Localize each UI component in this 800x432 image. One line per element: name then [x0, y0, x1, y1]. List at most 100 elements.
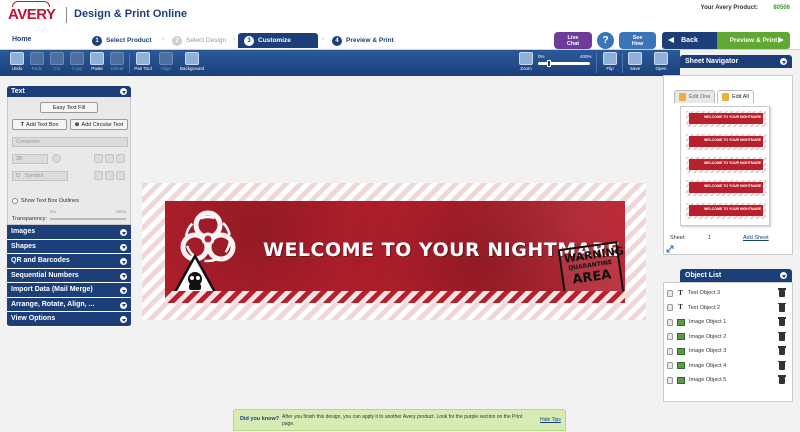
trash-icon[interactable] [778, 288, 786, 297]
nav-home-link[interactable]: Home [12, 36, 31, 43]
align-button[interactable]: Align [157, 52, 175, 74]
background-button[interactable]: Background [180, 52, 204, 74]
trash-icon[interactable] [778, 317, 786, 326]
text-type-icon: T [678, 304, 683, 311]
accordion-import-data[interactable]: Import Data (Mail Merge) [7, 283, 131, 298]
design-canvas[interactable]: WELCOME TO YOUR NIGHTMARE WARNING QUARAN… [138, 78, 658, 408]
preview-print-button[interactable]: Preview & Print [717, 32, 790, 49]
sheet-thumbnail[interactable]: WELCOME TO YOUR NIGHTMARE WELCOME TO YOU… [680, 106, 770, 226]
add-text-box-button[interactable]: T Add Text Box [12, 119, 67, 130]
undo-button[interactable]: Undo [8, 52, 26, 74]
live-chat-button[interactable]: Live Chat [554, 32, 592, 49]
step-label: Select Design [186, 37, 227, 44]
lock-icon[interactable] [667, 362, 673, 369]
toolbar-separator [129, 53, 130, 73]
text-panel-header[interactable]: Text [7, 86, 131, 97]
flip-button[interactable]: Flip [601, 52, 619, 74]
add-text-box-label: Add Text Box [26, 121, 59, 128]
object-row-image-3[interactable]: Image Object 3 [667, 345, 789, 357]
avery-logo[interactable]: AVERY [8, 1, 56, 23]
align-right-button[interactable] [116, 171, 125, 180]
object-row-text-2[interactable]: T Text Object 2 [667, 302, 789, 314]
bold-button[interactable] [94, 154, 103, 163]
transparency-slider[interactable] [50, 218, 126, 220]
open-button[interactable]: Open [652, 52, 670, 74]
thumbnail-label[interactable]: WELCOME TO YOUR NIGHTMARE [686, 134, 766, 150]
back-button[interactable]: Back [662, 32, 717, 49]
trash-icon[interactable] [778, 360, 786, 370]
object-list-header[interactable]: Object List [680, 269, 792, 282]
delete-button[interactable]: Delete [108, 52, 126, 74]
underline-button[interactable] [116, 154, 125, 163]
align-center-button[interactable] [105, 171, 114, 180]
object-row-image-5[interactable]: Image Object 5 [667, 374, 789, 386]
step-preview-print[interactable]: 4 Preview & Print [332, 33, 394, 48]
chevron-down-icon[interactable] [780, 272, 787, 279]
sheet-navigator: Edit One Edit All WELCOME TO YOUR NIGHTM… [663, 75, 793, 255]
thumbnail-text: WELCOME TO YOUR NIGHTMARE [704, 115, 762, 119]
accordion-arrange[interactable]: Arrange, Rotate, Align, ... [7, 297, 131, 312]
add-circular-text-button[interactable]: ⊛ Add Circular Text [70, 119, 128, 130]
chevron-down-icon[interactable] [780, 58, 787, 65]
label-design[interactable]: WELCOME TO YOUR NIGHTMARE WARNING QUARAN… [165, 201, 625, 303]
trash-icon[interactable] [778, 346, 786, 355]
thumbnail-label[interactable]: WELCOME TO YOUR NIGHTMARE [686, 180, 766, 196]
trash-icon[interactable] [778, 375, 786, 384]
tab-edit-one[interactable]: Edit One [674, 90, 716, 103]
chevron-down-icon [120, 301, 127, 309]
left-panel: Text Easy Text Fill T Add Text Box ⊛ Add… [7, 86, 131, 327]
tab-edit-all[interactable]: Edit All [717, 90, 754, 103]
symbol-select[interactable]: Ω Symbol [12, 171, 68, 181]
lock-icon[interactable] [667, 318, 673, 326]
cut-button[interactable]: Cut [48, 52, 66, 74]
accordion-qr-barcodes[interactable]: QR and Barcodes [7, 254, 131, 269]
font-select[interactable]: Creepster [12, 137, 128, 147]
lock-icon[interactable] [667, 333, 673, 340]
show-outlines-radio[interactable] [12, 198, 18, 204]
trash-icon[interactable] [778, 302, 786, 312]
object-row-image-1[interactable]: Image Object 1 [667, 316, 789, 328]
trash-icon[interactable] [778, 331, 786, 341]
paste-button[interactable]: Paste [88, 52, 106, 74]
lock-icon[interactable] [667, 347, 673, 355]
step-select-product[interactable]: 1 Select Product [92, 33, 152, 48]
help-button[interactable]: ? [597, 32, 614, 49]
accordion-shapes[interactable]: Shapes [7, 239, 131, 254]
zoom-slider[interactable] [538, 60, 590, 67]
thumbnail-label[interactable]: WELCOME TO YOUR NIGHTMARE [686, 111, 766, 127]
color-picker[interactable] [52, 154, 61, 163]
sheet-label: Sheet [670, 235, 685, 241]
object-row-image-4[interactable]: Image Object 4 [667, 360, 789, 372]
sheet-navigator-header[interactable]: Sheet Navigator [680, 55, 792, 68]
hide-tips-link[interactable]: Hide Tips [540, 417, 561, 423]
folder-open-icon [654, 52, 668, 65]
accordion-sequential-numbers[interactable]: Sequential Numbers [7, 268, 131, 283]
lock-icon[interactable] [667, 304, 673, 311]
font-size-select[interactable]: 38 [12, 154, 48, 164]
save-button[interactable]: Save [626, 52, 644, 74]
see-how-button[interactable]: See How [619, 32, 656, 49]
lock-icon[interactable] [667, 376, 673, 384]
object-row-text-3[interactable]: T Text Object 3 [667, 287, 789, 299]
zoom-slider-thumb[interactable] [547, 60, 551, 67]
accordion-images[interactable]: Images [7, 225, 131, 240]
transparency-ticks: 0% 100% [50, 209, 126, 214]
easy-text-fill-button[interactable]: Easy Text Fill [40, 102, 98, 113]
italic-button[interactable] [105, 154, 114, 163]
redo-button[interactable]: Redo [28, 52, 46, 74]
chevron-down-icon[interactable] [120, 88, 127, 95]
thumbnail-label[interactable]: WELCOME TO YOUR NIGHTMARE [686, 203, 766, 219]
pan-tool-button[interactable]: Pan Tool [134, 52, 152, 74]
add-sheet-link[interactable]: Add Sheet [743, 235, 769, 241]
step-customize[interactable]: 3 Customize [238, 33, 318, 48]
thumbnail-label[interactable]: WELCOME TO YOUR NIGHTMARE [686, 157, 766, 173]
object-row-image-2[interactable]: Image Object 2 [667, 331, 789, 343]
copy-button[interactable]: Copy [68, 52, 86, 74]
zoom-button[interactable]: Zoom [517, 52, 535, 74]
show-outlines-toggle[interactable]: Show Text Box Outlines [12, 198, 79, 204]
align-left-button[interactable] [94, 171, 103, 180]
accordion-view-options[interactable]: View Options [7, 312, 131, 327]
lock-icon[interactable] [667, 289, 673, 297]
step-select-design[interactable]: 2 Select Design [172, 33, 226, 48]
expand-icon[interactable] [666, 245, 674, 253]
